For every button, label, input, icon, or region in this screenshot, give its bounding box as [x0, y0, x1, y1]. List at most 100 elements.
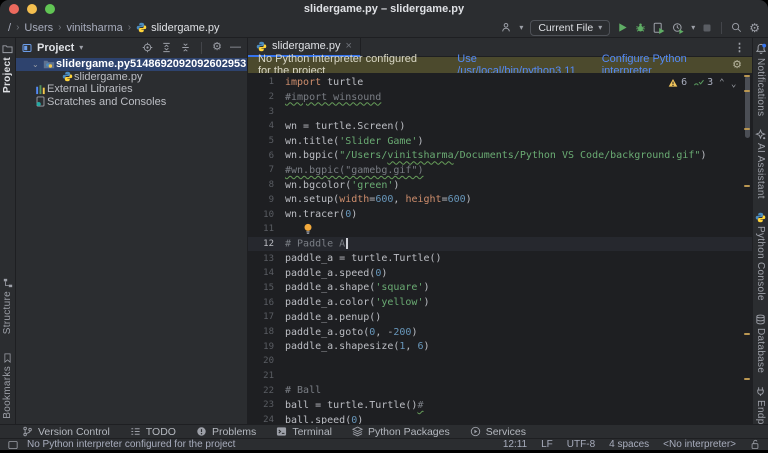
- tool-strip-item-bookmarks[interactable]: Bookmarks: [0, 353, 15, 419]
- tool-strip-item-endpoints[interactable]: Endpoints: [755, 386, 766, 424]
- maximize-window-button[interactable]: [45, 4, 55, 14]
- code-line[interactable]: 23ball = turtle.Turtle()#: [248, 398, 752, 413]
- code-line[interactable]: 6wn.bgpic("/Users/vinitsharma/Documents/…: [248, 148, 752, 163]
- stop-button[interactable]: [702, 23, 712, 33]
- tab-close-icon[interactable]: ×: [345, 41, 351, 52]
- line-number[interactable]: 17: [248, 312, 274, 322]
- code-line[interactable]: 11: [248, 222, 752, 237]
- line-number[interactable]: 18: [248, 327, 274, 337]
- line-number[interactable]: 9: [248, 195, 274, 205]
- code-with-me-icon[interactable]: [501, 22, 512, 33]
- typo-count[interactable]: 3: [707, 77, 713, 88]
- code-line[interactable]: 21: [248, 369, 752, 384]
- code-line[interactable]: 5wn.title('Slider Game'): [248, 134, 752, 149]
- line-number[interactable]: 20: [248, 356, 274, 366]
- next-problem-chevron-icon[interactable]: ⌃: [731, 78, 736, 88]
- line-number[interactable]: 23: [248, 400, 274, 410]
- expand-all-icon[interactable]: [161, 42, 172, 53]
- breadcrumb-item[interactable]: Users: [24, 22, 53, 34]
- line-number[interactable]: 11: [248, 224, 274, 234]
- code-line[interactable]: 8wn.bgcolor('green'): [248, 178, 752, 193]
- chevron-down-icon[interactable]: ▾: [519, 23, 523, 32]
- locate-file-icon[interactable]: [142, 42, 153, 53]
- line-number[interactable]: 6: [248, 151, 274, 161]
- line-number[interactable]: 1: [248, 77, 274, 87]
- code-line[interactable]: 22# Ball: [248, 383, 752, 398]
- code-line[interactable]: 14paddle_a.speed(0): [248, 266, 752, 281]
- line-number[interactable]: 21: [248, 371, 274, 381]
- typo-icon[interactable]: [693, 78, 704, 88]
- warning-stripe-mark[interactable]: [744, 75, 750, 77]
- status-time[interactable]: 12:11: [503, 439, 527, 450]
- code-line[interactable]: 20: [248, 354, 752, 369]
- tool-strip-item-python-console[interactable]: Python Console: [755, 212, 766, 301]
- warning-count[interactable]: 6: [681, 77, 687, 88]
- warning-stripe-mark[interactable]: [744, 333, 750, 335]
- line-number[interactable]: 10: [248, 210, 274, 220]
- code-line[interactable]: 4wn = turtle.Screen(): [248, 119, 752, 134]
- line-number[interactable]: 5: [248, 136, 274, 146]
- tool-strip-item-ai-assistant[interactable]: AI Assistant: [755, 129, 766, 199]
- line-number[interactable]: 14: [248, 268, 274, 278]
- chevron-down-icon[interactable]: ▾: [79, 43, 83, 52]
- status-interpreter[interactable]: <No interpreter>: [663, 439, 736, 450]
- line-number[interactable]: 15: [248, 283, 274, 293]
- settings-gear-icon[interactable]: ⚙: [749, 22, 760, 34]
- tool-strip-item-notifications[interactable]: Notifications: [755, 43, 767, 116]
- hide-panel-icon[interactable]: —: [230, 42, 241, 53]
- search-everywhere-icon[interactable]: [731, 22, 742, 33]
- line-number[interactable]: 19: [248, 342, 274, 352]
- code-line[interactable]: 15paddle_a.shape('square'): [248, 281, 752, 296]
- tool-strip-item-structure[interactable]: Structure: [0, 278, 15, 334]
- line-number[interactable]: 4: [248, 121, 274, 131]
- tool-window-button-version-control[interactable]: Version Control: [22, 426, 110, 438]
- line-number[interactable]: 13: [248, 254, 274, 264]
- tool-strip-item-database[interactable]: Database: [755, 314, 766, 373]
- warning-stripe-mark[interactable]: [744, 378, 750, 380]
- line-number[interactable]: 3: [248, 107, 274, 117]
- chevron-down-icon[interactable]: ▾: [691, 23, 695, 32]
- tool-window-button-services[interactable]: Services: [470, 426, 526, 438]
- tool-strip-item-project[interactable]: Project: [0, 44, 15, 93]
- code-line[interactable]: 9wn.setup(width=600, height=600): [248, 193, 752, 208]
- line-number[interactable]: 16: [248, 298, 274, 308]
- tree-item[interactable]: External Libraries: [16, 83, 247, 96]
- panel-options-gear-icon[interactable]: ⚙: [212, 42, 222, 53]
- code-line[interactable]: 16paddle_a.color('yellow'): [248, 295, 752, 310]
- prev-problem-chevron-icon[interactable]: ⌃: [719, 78, 724, 88]
- code-line[interactable]: 2#import winsound: [248, 90, 752, 105]
- tab-options-kebab-icon[interactable]: ⋮: [734, 41, 752, 54]
- run-button[interactable]: [617, 22, 628, 33]
- project-panel-title[interactable]: Project: [37, 42, 74, 54]
- code-line[interactable]: 13paddle_a = turtle.Turtle(): [248, 251, 752, 266]
- warning-stripe-mark[interactable]: [744, 185, 750, 187]
- breadcrumb-root[interactable]: /: [8, 22, 11, 34]
- debug-button[interactable]: [635, 22, 646, 33]
- line-number[interactable]: 12: [248, 239, 274, 249]
- collapse-all-icon[interactable]: [180, 42, 191, 53]
- banner-settings-gear-icon[interactable]: ⚙: [732, 60, 742, 71]
- minimize-window-button[interactable]: [27, 4, 37, 14]
- warning-stripe-mark[interactable]: [744, 128, 750, 130]
- warning-icon[interactable]: [668, 78, 678, 88]
- profiler-button[interactable]: [672, 22, 684, 34]
- tree-item[interactable]: Scratches and Consoles: [16, 96, 247, 109]
- run-configuration-select[interactable]: Current File ▾: [530, 20, 610, 36]
- tool-window-switcher-icon[interactable]: [8, 440, 18, 450]
- line-number[interactable]: 22: [248, 386, 274, 396]
- line-number[interactable]: 8: [248, 180, 274, 190]
- line-number[interactable]: 24: [248, 415, 274, 424]
- tool-window-button-problems[interactable]: Problems: [196, 426, 256, 438]
- code-line[interactable]: 7#wn.bgpic("gamebg.gif"): [248, 163, 752, 178]
- code-line[interactable]: 17paddle_a.penup(): [248, 310, 752, 325]
- status-indent[interactable]: 4 spaces: [609, 439, 649, 450]
- status-encoding[interactable]: UTF-8: [567, 439, 595, 450]
- tool-window-button-todo[interactable]: TODO: [130, 426, 176, 438]
- line-number[interactable]: 2: [248, 92, 274, 102]
- lock-icon[interactable]: [750, 439, 760, 450]
- code-line[interactable]: 10wn.tracer(0): [248, 207, 752, 222]
- warning-stripe-mark[interactable]: [744, 90, 750, 92]
- close-window-button[interactable]: [9, 4, 19, 14]
- status-line-separator[interactable]: LF: [541, 439, 553, 450]
- code-editor[interactable]: 1import turtle2#import winsound34wn = tu…: [248, 73, 752, 424]
